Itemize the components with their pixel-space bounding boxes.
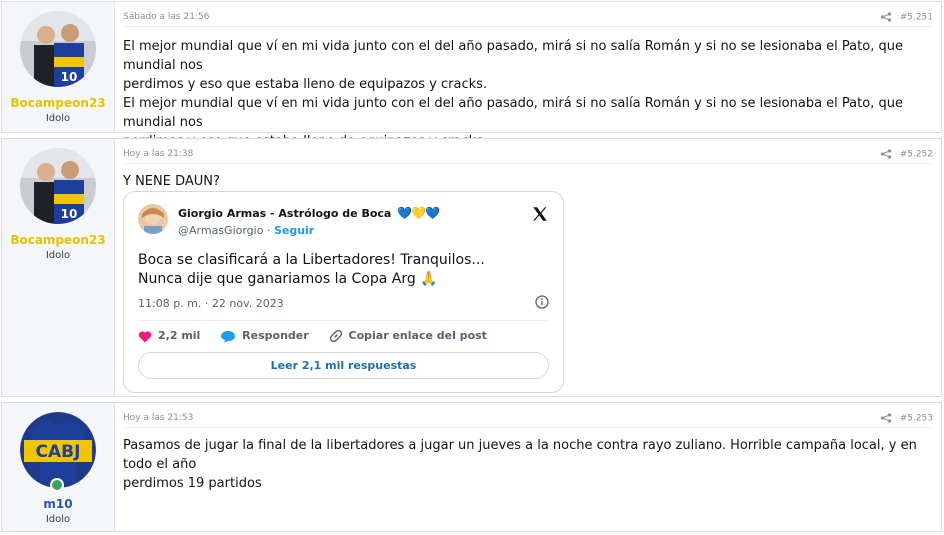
share-icon[interactable] — [880, 149, 892, 159]
post-body: Pasamos de jugar la final de la libertad… — [123, 436, 929, 493]
body-line: El mejor mundial que ví en mi vida junto… — [123, 96, 903, 130]
copy-link-label: Copiar enlace del post — [348, 329, 487, 342]
x-logo-icon[interactable] — [531, 205, 549, 223]
copy-link-button[interactable]: Copiar enlace del post — [329, 329, 487, 343]
avatar[interactable]: 10 — [20, 11, 96, 87]
post-5253: CABJ m10 Idolo Hoy a las 21:53 #5.253 Pa… — [1, 402, 942, 532]
body-line: perdimos y eso que estaba lleno de equip… — [123, 77, 488, 92]
tweet-text-line: Boca se clasificará a la Libertadores! T… — [138, 252, 485, 268]
post-meta: Hoy a las 21:53 #5.253 — [123, 409, 933, 428]
svg-text:10: 10 — [61, 70, 78, 84]
tweet-author-name-text: Giorgio Armas - Astrólogo de Boca — [178, 207, 392, 220]
message-column: Hoy a las 21:38 #5.252 Y NENE DAUN? Gior… — [115, 139, 941, 396]
tweet-timestamp[interactable]: 11:08 p. m. · 22 nov. 2023 — [138, 297, 284, 310]
avatar[interactable]: 10 — [20, 148, 96, 224]
post-actions: #5.252 — [880, 149, 933, 160]
like-button[interactable]: 2,2 mil — [138, 329, 200, 343]
tweet-actions: 2,2 mil Responder Copiar enlace del post — [138, 329, 503, 343]
user-column: 10 Bocampeon23 Idolo — [2, 139, 115, 396]
reply-bubble-icon — [221, 330, 236, 343]
post-meta: Sábado a las 21:56 #5.251 — [123, 8, 933, 27]
body-line: Y NENE DAUN? — [123, 174, 220, 189]
tweet-handle-row: @ArmasGiorgio · Seguir — [178, 224, 314, 237]
message-column: Sábado a las 21:56 #5.251 El mejor mundi… — [115, 2, 941, 149]
body-line: Pasamos de jugar la final de la libertad… — [123, 438, 917, 472]
body-line: perdimos 19 partidos — [123, 476, 262, 491]
post-meta: Hoy a las 21:38 #5.252 — [123, 145, 933, 164]
user-title: Idolo — [45, 514, 71, 525]
username[interactable]: Bocampeon23 — [2, 96, 114, 110]
post-body: Y NENE DAUN? — [123, 172, 929, 191]
post-5252: 10 Bocampeon23 Idolo Hoy a las 21:38 #5.… — [1, 138, 942, 397]
user-column: CABJ m10 Idolo — [2, 403, 115, 531]
post-number[interactable]: #5.253 — [900, 414, 933, 424]
user-title: Idolo — [45, 250, 71, 261]
tweet-author-avatar[interactable] — [138, 204, 168, 234]
tweet-author-name[interactable]: Giorgio Armas - Astrólogo de Boca 💙💛💙 — [178, 206, 440, 220]
heart-icon — [138, 331, 152, 343]
online-status-indicator — [50, 478, 64, 492]
follow-button[interactable]: Seguir — [274, 224, 314, 237]
embedded-tweet[interactable]: Giorgio Armas - Astrólogo de Boca 💙💛💙 @A… — [123, 191, 564, 393]
post-date[interactable]: Hoy a las 21:53 — [123, 413, 193, 423]
post-number[interactable]: #5.252 — [900, 150, 933, 160]
tweet-handle[interactable]: @ArmasGiorgio — [178, 224, 263, 237]
message-column: Hoy a las 21:53 #5.253 Pasamos de jugar … — [115, 403, 941, 531]
post-body: El mejor mundial que ví en mi vida junto… — [123, 37, 929, 151]
post-actions: #5.253 — [880, 413, 933, 424]
link-icon — [329, 329, 342, 343]
tweet-divider — [138, 320, 549, 321]
read-replies-button[interactable]: Leer 2,1 mil respuestas — [138, 352, 549, 379]
reply-label: Responder — [242, 329, 309, 343]
body-line: El mejor mundial que ví en mi vida junto… — [123, 39, 903, 73]
post-date[interactable]: Hoy a las 21:38 — [123, 149, 193, 159]
user-title: Idolo — [45, 113, 71, 124]
like-count: 2,2 mil — [158, 329, 201, 343]
tweet-author-emoji: 💙💛💙 — [397, 206, 440, 220]
user-column: 10 Bocampeon23 Idolo — [2, 2, 115, 132]
post-5251: 10 Bocampeon23 Idolo Sábado a las 21:56 … — [1, 1, 942, 149]
info-icon[interactable] — [535, 295, 549, 309]
post-date[interactable]: Sábado a las 21:56 — [123, 12, 209, 22]
svg-text:10: 10 — [61, 207, 78, 221]
avatar[interactable]: CABJ — [20, 412, 96, 488]
username[interactable]: m10 — [2, 497, 114, 511]
post-actions: #5.251 — [880, 12, 933, 23]
separator-dot: · — [266, 224, 274, 237]
share-icon[interactable] — [880, 12, 892, 22]
username[interactable]: Bocampeon23 — [2, 233, 114, 247]
share-icon[interactable] — [880, 413, 892, 423]
avatar-text: CABJ — [36, 442, 81, 462]
post-number[interactable]: #5.251 — [900, 13, 933, 23]
reply-button[interactable]: Responder — [220, 329, 309, 343]
tweet-text-line: Nunca dije que ganariamos la Copa Arg 🙏 — [138, 271, 438, 287]
tweet-text: Boca se clasificará a la Libertadores! T… — [138, 251, 548, 289]
